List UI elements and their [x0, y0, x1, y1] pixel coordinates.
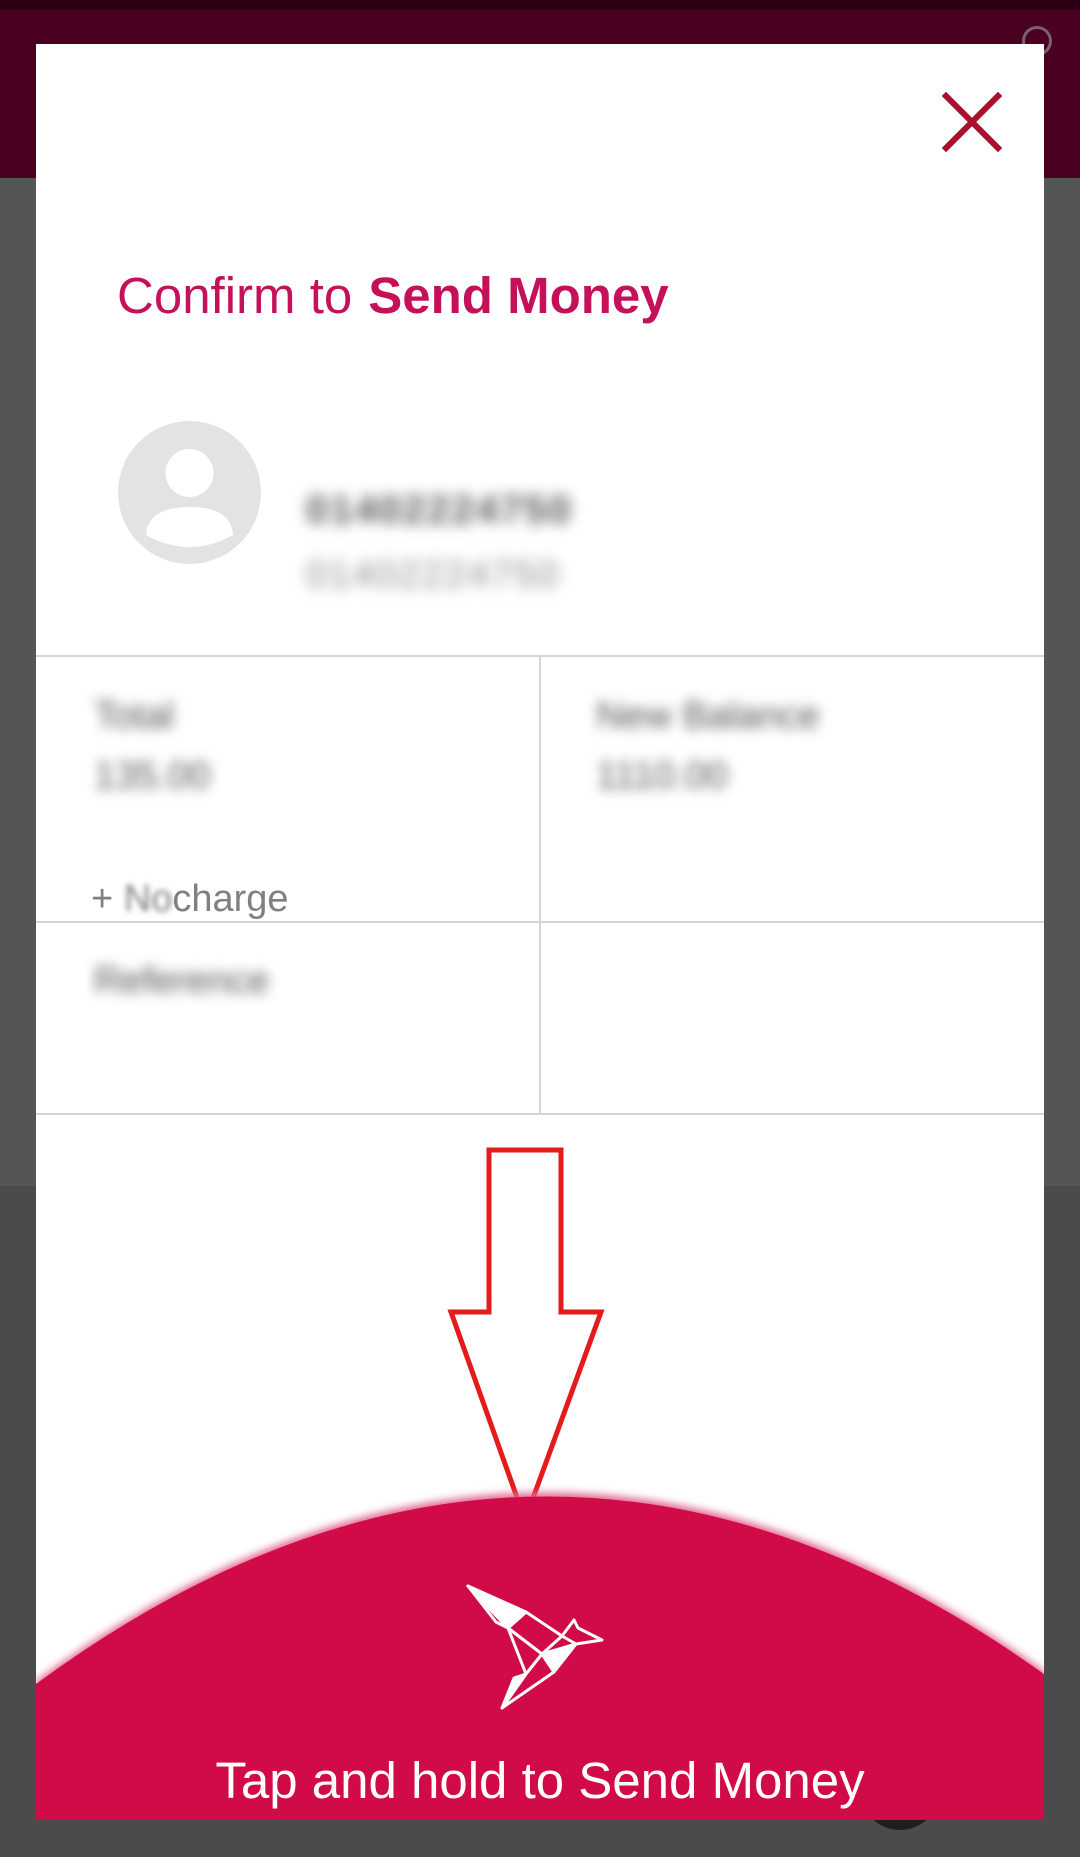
dialog-title: Confirm to Send Money	[117, 270, 669, 321]
new-balance-value: 1110.00	[596, 755, 728, 797]
recipient-name: 01402224750	[306, 488, 573, 532]
origami-bird-icon	[466, 1584, 604, 1710]
total-value: 135.00	[94, 755, 211, 797]
reference-label: Reference	[94, 960, 270, 1002]
close-icon	[941, 91, 1003, 153]
total-label: Total	[94, 695, 175, 737]
recipient-number: 01402224750	[306, 554, 561, 596]
title-prefix: Confirm to	[117, 267, 353, 324]
person-icon	[146, 449, 233, 547]
charge-blurred: No	[123, 878, 173, 920]
tap-and-hold-send-button[interactable]: Tap and hold to Send Money	[36, 1464, 1044, 1820]
divider	[539, 655, 541, 1115]
avatar	[118, 421, 261, 564]
charge-text: + Nocharge	[91, 878, 289, 921]
charge-suffix: charge	[172, 878, 289, 920]
title-action: Send Money	[368, 267, 669, 324]
new-balance-label: New Balance	[596, 695, 820, 737]
charge-prefix: +	[91, 878, 114, 920]
close-button[interactable]	[936, 86, 1008, 158]
transaction-summary: Total 135.00 + Nocharge New Balance 1110…	[36, 655, 1044, 1115]
status-bar	[0, 0, 1080, 10]
send-button-label: Tap and hold to Send Money	[215, 1752, 865, 1809]
confirm-send-money-dialog: Confirm to Send Money 01402224750 0140222…	[36, 44, 1044, 1820]
